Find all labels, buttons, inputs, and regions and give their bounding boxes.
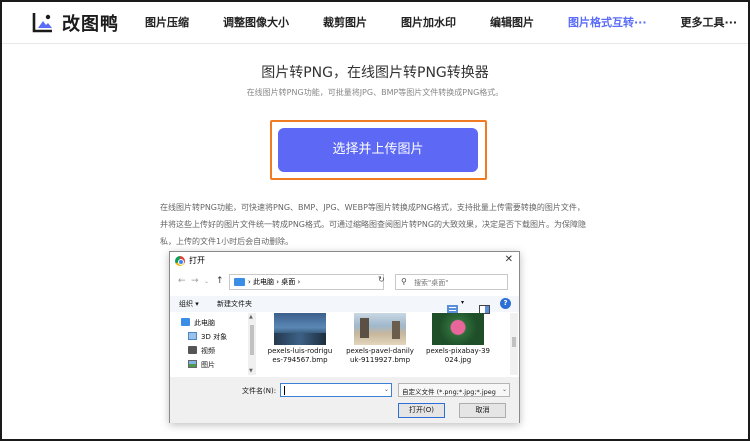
filetype-value: 自定义文件 (*.png;*.jpg;*.jpeg — [402, 388, 496, 396]
nav-item-image-compress[interactable]: 图片压缩 — [134, 2, 200, 44]
description-line: 在线图片转PNG功能，可快速将PNG、BMP、JPG、WEBP等图片转换成PNG… — [160, 203, 585, 212]
file-item[interactable]: pexels-luis-rodrigues-794567.bmp — [266, 313, 334, 365]
navigation-scrollbar[interactable]: ▲ ▼ — [248, 313, 256, 375]
logo-icon — [30, 11, 56, 35]
feature-description: 在线图片转PNG功能，可快速将PNG、BMP、JPG、WEBP等图片转换成PNG… — [160, 199, 595, 250]
preview-pane-icon[interactable] — [479, 299, 490, 314]
picture-icon — [188, 360, 197, 368]
scrollbar-thumb[interactable] — [512, 337, 516, 347]
nav-item-edit-image[interactable]: 编辑图片 — [479, 2, 545, 44]
address-row: ← → ⌄ ↑ › 此电脑 › 桌面 › ⌄ ↻ ⚲ 搜索"桌面" — [170, 272, 519, 294]
file-item[interactable]: pexels-pixabay-39024.jpg — [424, 313, 492, 365]
dialog-titlebar: 打开 ✕ — [170, 252, 519, 270]
search-field[interactable]: ⚲ 搜索"桌面" — [395, 274, 508, 290]
new-folder-button[interactable]: 新建文件夹 — [217, 299, 252, 309]
cube-icon — [188, 332, 197, 340]
top-navigation: 改图鸭 图片压缩 调整图像大小 裁剪图片 图片加水印 编辑图片 图片格式互转··… — [2, 2, 748, 44]
computer-icon — [181, 318, 190, 326]
address-bar[interactable]: › 此电脑 › 桌面 › ⌄ — [229, 274, 434, 290]
open-button[interactable]: 打开(O) — [398, 403, 445, 418]
file-thumbnail — [354, 313, 406, 345]
cancel-button[interactable]: 取消 — [459, 403, 506, 418]
file-item[interactable]: pexels-pavel-danilyuk-9119927.bmp — [346, 313, 414, 365]
nav-item-watermark[interactable]: 图片加水印 — [390, 2, 467, 44]
text-caret — [284, 386, 285, 395]
scrollbar-thumb[interactable] — [250, 325, 254, 355]
up-arrow-icon[interactable]: ↑ — [216, 276, 224, 286]
file-name: pexels-luis-rodrigues-794567.bmp — [267, 347, 333, 364]
navigation-pane: 此电脑 3D 对象 视频 图片 — [170, 313, 252, 376]
address-path: › 此电脑 › 桌面 › — [248, 278, 301, 286]
sidebar-item-3d-objects[interactable]: 3D 对象 — [188, 332, 227, 342]
brand-name: 改图鸭 — [62, 14, 119, 35]
dialog-toolbar: 组织 ▾ 新建文件夹 ▾ ? — [170, 296, 519, 314]
video-icon — [188, 346, 197, 354]
file-name: pexels-pixabay-39024.jpg — [426, 347, 490, 364]
chevron-down-icon[interactable]: ⌄ — [502, 386, 507, 393]
filename-input[interactable]: ⌄ — [280, 383, 392, 397]
close-icon[interactable]: ✕ — [505, 254, 513, 265]
page-subtitle: 在线图片转PNG功能，可批量将JPG、BMP等图片文件转换成PNG格式。 — [246, 88, 504, 97]
file-thumbnail — [432, 313, 484, 345]
view-dropdown-icon[interactable]: ▾ — [461, 299, 464, 306]
nav-item-more-tools[interactable]: 更多工具··· — [670, 2, 748, 44]
computer-icon — [234, 278, 245, 286]
filetype-select[interactable]: 自定义文件 (*.png;*.jpg;*.jpeg ⌄ — [398, 383, 510, 397]
search-placeholder: 搜索"桌面" — [414, 279, 449, 287]
nav-item-crop-image[interactable]: 裁剪图片 — [312, 2, 378, 44]
back-arrow-icon[interactable]: ← — [178, 276, 186, 286]
dialog-footer: 文件名(N): ⌄ 自定义文件 (*.png;*.jpg;*.jpeg ⌄ 打开… — [170, 377, 519, 423]
file-list: pexels-luis-rodrigues-794567.bmp pexels-… — [258, 313, 510, 376]
scroll-down-icon[interactable]: ▼ — [249, 368, 253, 374]
description-line: 并将这些上传好的图片文件统一转成PNG格式。可通过缩略图查阅图片转PNG的大致效… — [160, 220, 587, 229]
help-icon[interactable]: ? — [500, 298, 511, 309]
filename-label: 文件名(N): — [242, 387, 277, 395]
scroll-up-icon[interactable]: ▲ — [249, 314, 253, 320]
sidebar-item-videos[interactable]: 视频 — [188, 346, 215, 356]
nav-menu: 图片压缩 调整图像大小 裁剪图片 图片加水印 编辑图片 图片格式互转··· 更多… — [134, 2, 748, 44]
organize-menu[interactable]: 组织 ▾ — [179, 299, 199, 309]
sidebar-item-this-pc[interactable]: 此电脑 — [181, 318, 215, 328]
nav-item-resize-image[interactable]: 调整图像大小 — [212, 2, 300, 44]
sidebar-item-pictures[interactable]: 图片 — [188, 360, 215, 370]
dialog-title: 打开 — [189, 256, 205, 265]
brand-logo[interactable]: 改图鸭 — [30, 10, 119, 36]
refresh-icon[interactable]: ↻ — [378, 275, 385, 284]
file-list-scrollbar[interactable] — [510, 313, 518, 375]
file-open-dialog: 打开 ✕ ← → ⌄ ↑ › 此电脑 › 桌面 › ⌄ ↻ ⚲ 搜索"桌面" 组… — [169, 251, 520, 423]
forward-arrow-icon[interactable]: → — [191, 276, 199, 286]
view-options-icon[interactable] — [447, 299, 458, 314]
nav-item-format-convert[interactable]: 图片格式互转··· — [557, 2, 658, 44]
chrome-icon — [175, 256, 185, 266]
file-name: pexels-pavel-danilyuk-9119927.bmp — [346, 347, 414, 364]
chevron-down-icon[interactable]: ⌄ — [384, 386, 389, 393]
recent-dropdown-icon[interactable]: ⌄ — [204, 278, 209, 285]
upload-button[interactable]: 选择并上传图片 — [278, 128, 478, 172]
file-thumbnail — [274, 313, 326, 345]
search-icon: ⚲ — [401, 277, 407, 286]
description-line: 私，上传的文件1小时后会自动删除。 — [160, 237, 294, 246]
browser-viewport: 改图鸭 图片压缩 调整图像大小 裁剪图片 图片加水印 编辑图片 图片格式互转··… — [0, 0, 750, 441]
page-title: 图片转PNG，在线图片转PNG转换器 — [261, 65, 489, 81]
